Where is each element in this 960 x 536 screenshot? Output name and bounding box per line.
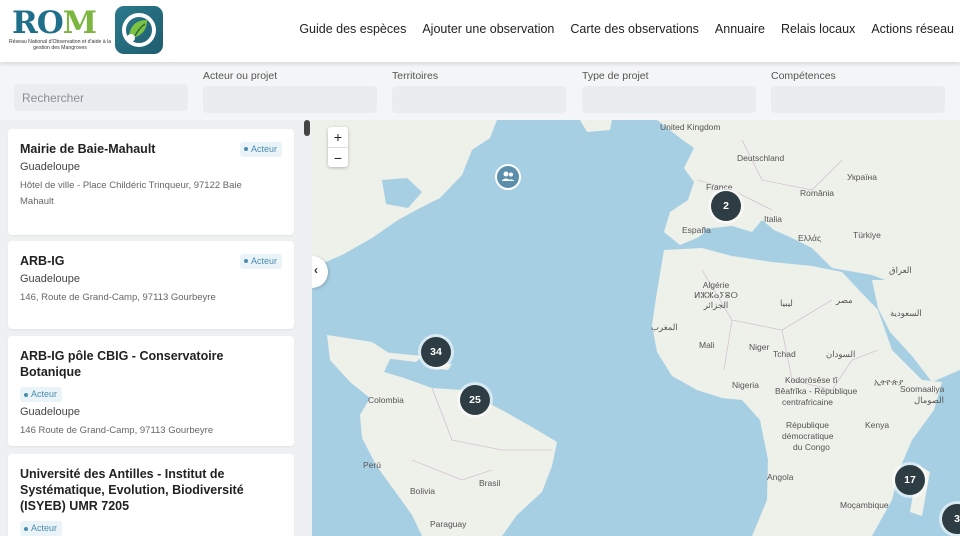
map-label: United Kingdom (660, 122, 721, 132)
filter-type-projet-select[interactable] (582, 86, 756, 113)
rom-logo[interactable]: ROM Réseau National d'Observation et d'a… (8, 5, 111, 56)
filter-type-projet: Type de projet (582, 70, 756, 113)
map-basemap (312, 120, 960, 536)
nav-relais-locaux[interactable]: Relais locaux (781, 22, 855, 36)
zoom-control: + − (328, 127, 348, 167)
map-label: مصر (836, 295, 853, 305)
filter-acteur-projet-select[interactable] (203, 86, 377, 113)
cluster-marker[interactable]: 25 (460, 385, 490, 415)
map-label: Bêafrîka - République (775, 386, 858, 396)
list-item[interactable]: ARB-IG Acteur Guadeloupe 146, Route de G… (8, 241, 294, 329)
map-label: Algérie ⵍⵣⵣⴰⵢⴻⵔ الجزائر (694, 280, 738, 310)
item-title: ARB-IG pôle CBIG - Conservatoire Botaniq… (20, 349, 224, 379)
top-header: ROM Réseau National d'Observation et d'a… (0, 0, 960, 62)
cluster-marker[interactable]: 34 (421, 337, 451, 367)
list-item[interactable]: Mairie de Baie-Mahault Acteur Guadeloupe… (8, 129, 294, 235)
map-label: Türkiye (853, 230, 881, 240)
list-item[interactable]: ARB-IG pôle CBIG - Conservatoire Botaniq… (8, 336, 294, 446)
map-label: Tchad (773, 349, 796, 359)
map-label: Deutschland (737, 153, 785, 163)
map-label: العراق (889, 265, 912, 275)
list-scrollbar[interactable] (304, 120, 310, 136)
item-region: Guadeloupe (20, 161, 80, 173)
list-item[interactable]: Université des Antilles - Institut de Sy… (8, 454, 294, 536)
map-label: Brasil (479, 478, 501, 488)
map-label: Soomaaliya (900, 384, 945, 394)
item-title: Mairie de Baie-Mahault (20, 142, 156, 156)
map-label: Україна (847, 172, 877, 182)
filter-label: Type de projet (582, 70, 649, 82)
item-region: Guadeloupe (20, 406, 80, 418)
map-label: du Congo (793, 442, 830, 452)
map-label: Italia (764, 214, 782, 224)
map-label: España (682, 225, 711, 235)
map-label: ኢትዮጵያ (874, 377, 904, 387)
map-label: Niger (749, 342, 770, 352)
filter-competences: Compétences (771, 70, 945, 113)
map-label: Bolivia (410, 486, 436, 496)
chevron-left-icon: ‹ (314, 263, 318, 277)
type-badge: Acteur (20, 387, 63, 402)
item-region: Guadeloupe (20, 273, 80, 285)
cluster-marker[interactable]: 17 (895, 465, 925, 495)
filter-territoires-select[interactable] (392, 86, 566, 113)
item-address: 146 Route de Grand-Camp, 97113 Gourbeyre (20, 425, 214, 436)
filter-label: Compétences (771, 70, 836, 82)
map-label: Kenya (865, 420, 890, 430)
results-list: Mairie de Baie-Mahault Acteur Guadeloupe… (0, 120, 312, 536)
main-nav: Guide des espèces Ajouter une observatio… (299, 22, 954, 36)
filter-acteur-projet: Acteur ou projet (203, 70, 377, 113)
filter-competences-select[interactable] (771, 86, 945, 113)
item-address: Hôtel de ville - Place Childéric Trinque… (20, 180, 242, 207)
item-title: ARB-IG (20, 254, 65, 268)
map-label: الصومال (914, 395, 945, 405)
map-label: المغرب (651, 322, 678, 332)
map-label: République (786, 420, 830, 430)
filter-label: Territoires (392, 70, 439, 82)
map-label: Moçambique (840, 500, 889, 510)
cluster-marker[interactable]: 2 (711, 191, 741, 221)
map-label: Ελλάς (798, 233, 822, 243)
logo-subtitle: Réseau National d'Observation et d'aide … (8, 39, 112, 51)
app-leaf-icon[interactable] (115, 6, 163, 54)
type-badge: Acteur (20, 521, 63, 536)
map-label: démocratique (782, 431, 834, 441)
nav-ajouter-observation[interactable]: Ajouter une observation (422, 22, 554, 36)
item-address: 146, Route de Grand-Camp, 97113 Gourbeyr… (20, 292, 216, 303)
map-label: Paraguay (430, 519, 467, 529)
type-badge: Acteur (239, 253, 282, 269)
logo-wordmark: ROM (12, 5, 97, 41)
nav-annuaire[interactable]: Annuaire (715, 22, 765, 36)
map-label: Angola (767, 472, 794, 482)
map-label: السعودية (890, 308, 922, 318)
item-title: Université des Antilles - Institut de Sy… (20, 467, 244, 513)
map-label: Nigeria (732, 380, 759, 390)
map-view[interactable]: United Kingdom Deutschland France Români… (312, 120, 960, 536)
nav-guide-especes[interactable]: Guide des espèces (299, 22, 406, 36)
map-label: Perú (363, 460, 381, 470)
people-icon (501, 171, 515, 181)
map-label: România (800, 188, 835, 198)
zoom-in-button[interactable]: + (328, 127, 348, 147)
zoom-out-button[interactable]: − (328, 147, 348, 167)
group-marker[interactable] (495, 164, 521, 190)
map-label: Colombia (368, 395, 404, 405)
map-label: ليبيا (780, 298, 793, 308)
type-badge: Acteur (239, 141, 282, 157)
filter-bar: Acteur ou projet Territoires Type de pro… (0, 62, 960, 120)
nav-carte-observations[interactable]: Carte des observations (570, 22, 699, 36)
map-label: Mali (699, 340, 715, 350)
filter-territoires: Territoires (392, 70, 566, 113)
search-input[interactable] (14, 84, 188, 111)
map-label: centrafricaine (782, 397, 834, 407)
map-label: Kodorösêse tî (785, 375, 838, 385)
nav-actions-reseau[interactable]: Actions réseau (871, 22, 954, 36)
map-label: السودان (826, 349, 856, 359)
filter-label: Acteur ou projet (203, 70, 278, 82)
